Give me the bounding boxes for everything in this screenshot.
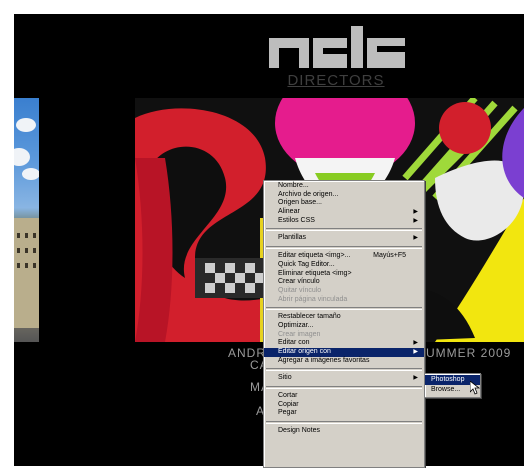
menu-separator xyxy=(266,368,422,372)
submenu-arrow-icon: ▶ xyxy=(413,235,418,242)
context-menu-item[interactable]: Crear imagen xyxy=(264,331,424,340)
menu-item-label: Quitar vínculo xyxy=(278,286,322,294)
context-menu-item[interactable]: Nombre... xyxy=(264,182,424,191)
menu-item-label: Pegar xyxy=(278,409,297,417)
menu-item-label: Sitio xyxy=(278,374,292,382)
context-menu-item[interactable]: Plantillas ▶ xyxy=(264,234,424,243)
menu-item-label: Restablecer tamaño xyxy=(278,313,341,321)
context-menu-item[interactable]: Eliminar etiqueta <img> xyxy=(264,270,424,279)
context-menu-item[interactable]: Editar con ▶ xyxy=(264,339,424,348)
menu-item-label: Nombre... xyxy=(278,182,309,189)
menu-item-label: Editar origen con xyxy=(278,348,331,355)
submenu-arrow-icon: ▶ xyxy=(413,349,418,355)
context-menu-item[interactable]: Sitio ▶ xyxy=(264,374,424,383)
menu-item-label: Estilos CSS xyxy=(278,216,315,224)
context-menu-item[interactable]: Optimizar... xyxy=(264,322,424,331)
submenu-arrow-icon: ▶ xyxy=(413,217,418,224)
mouse-pointer-icon xyxy=(470,381,480,395)
context-menu-item[interactable]: Quick Tag Editor... xyxy=(264,261,424,270)
submenu-arrow-icon: ▶ xyxy=(413,375,418,382)
context-menu-item[interactable]: Agregar a imágenes favoritas xyxy=(264,357,424,366)
context-menu-item[interactable]: Archivo de origen... xyxy=(264,191,424,200)
context-menu-item[interactable]: Copiar xyxy=(264,401,424,410)
menu-item-label: Editar con xyxy=(278,339,310,347)
menu-item-label: Alinear xyxy=(278,208,300,216)
context-menu-item[interactable]: Cortar xyxy=(264,392,424,401)
section-title-link[interactable]: DIRECTORS xyxy=(270,72,402,89)
menu-item-label: Editar etiqueta <img>... xyxy=(278,252,351,260)
menu-separator xyxy=(266,228,422,232)
menu-item-label: Crear imagen xyxy=(278,330,321,338)
context-menu-item[interactable]: Editar origen con ▶ xyxy=(264,348,424,357)
context-menu-item[interactable]: Design Notes xyxy=(264,427,424,436)
context-menu-item[interactable]: Restablecer tamaño xyxy=(264,313,424,322)
menu-item-label: Agregar a imágenes favoritas xyxy=(278,356,370,364)
menu-separator xyxy=(266,307,422,311)
menu-item-label: Cortar xyxy=(278,392,298,400)
menu-item-label: Quick Tag Editor... xyxy=(278,260,335,268)
menu-item-shortcut: Mayús+F5 xyxy=(373,252,406,260)
caption-line1-right: UMMER 2009 xyxy=(426,346,512,360)
menu-item-label: Copiar xyxy=(278,400,299,408)
submenu-arrow-icon: ▶ xyxy=(413,340,418,347)
context-menu-item[interactable]: Editar etiqueta <img>... Mayús+F5 xyxy=(264,252,424,261)
context-menu-item[interactable]: Alinear ▶ xyxy=(264,208,424,217)
menu-item-label: Abrir página vinculada xyxy=(278,295,348,303)
menu-item-label: Origen base... xyxy=(278,199,322,207)
thumbnail-city-photo[interactable] xyxy=(14,98,39,342)
menu-item-label: Crear vínculo xyxy=(278,278,320,286)
menu-separator xyxy=(266,421,422,425)
submenu-arrow-icon: ▶ xyxy=(413,209,418,216)
menu-item-label: Optimizar... xyxy=(278,321,314,329)
menu-separator xyxy=(266,386,422,390)
menu-item-label: Archivo de origen... xyxy=(278,190,339,198)
context-menu-item[interactable]: Pegar xyxy=(264,409,424,418)
context-menu-item[interactable]: Quitar vínculo xyxy=(264,287,424,296)
site-logo[interactable] xyxy=(269,26,405,70)
menu-separator xyxy=(266,246,422,250)
menu-item-label: Eliminar etiqueta <img> xyxy=(278,269,352,277)
menu-item-label: Plantillas xyxy=(278,234,307,242)
context-menu-item[interactable]: Origen base... xyxy=(264,199,424,208)
menu-item-label: Design Notes xyxy=(278,427,321,435)
context-menu-item[interactable]: Crear vínculo xyxy=(264,278,424,287)
context-menu-item[interactable]: Estilos CSS ▶ xyxy=(264,217,424,226)
context-menu[interactable]: Nombre... Archivo de origen... Origen base… xyxy=(263,180,425,468)
context-menu-item[interactable]: Abrir página vinculada xyxy=(264,296,424,305)
